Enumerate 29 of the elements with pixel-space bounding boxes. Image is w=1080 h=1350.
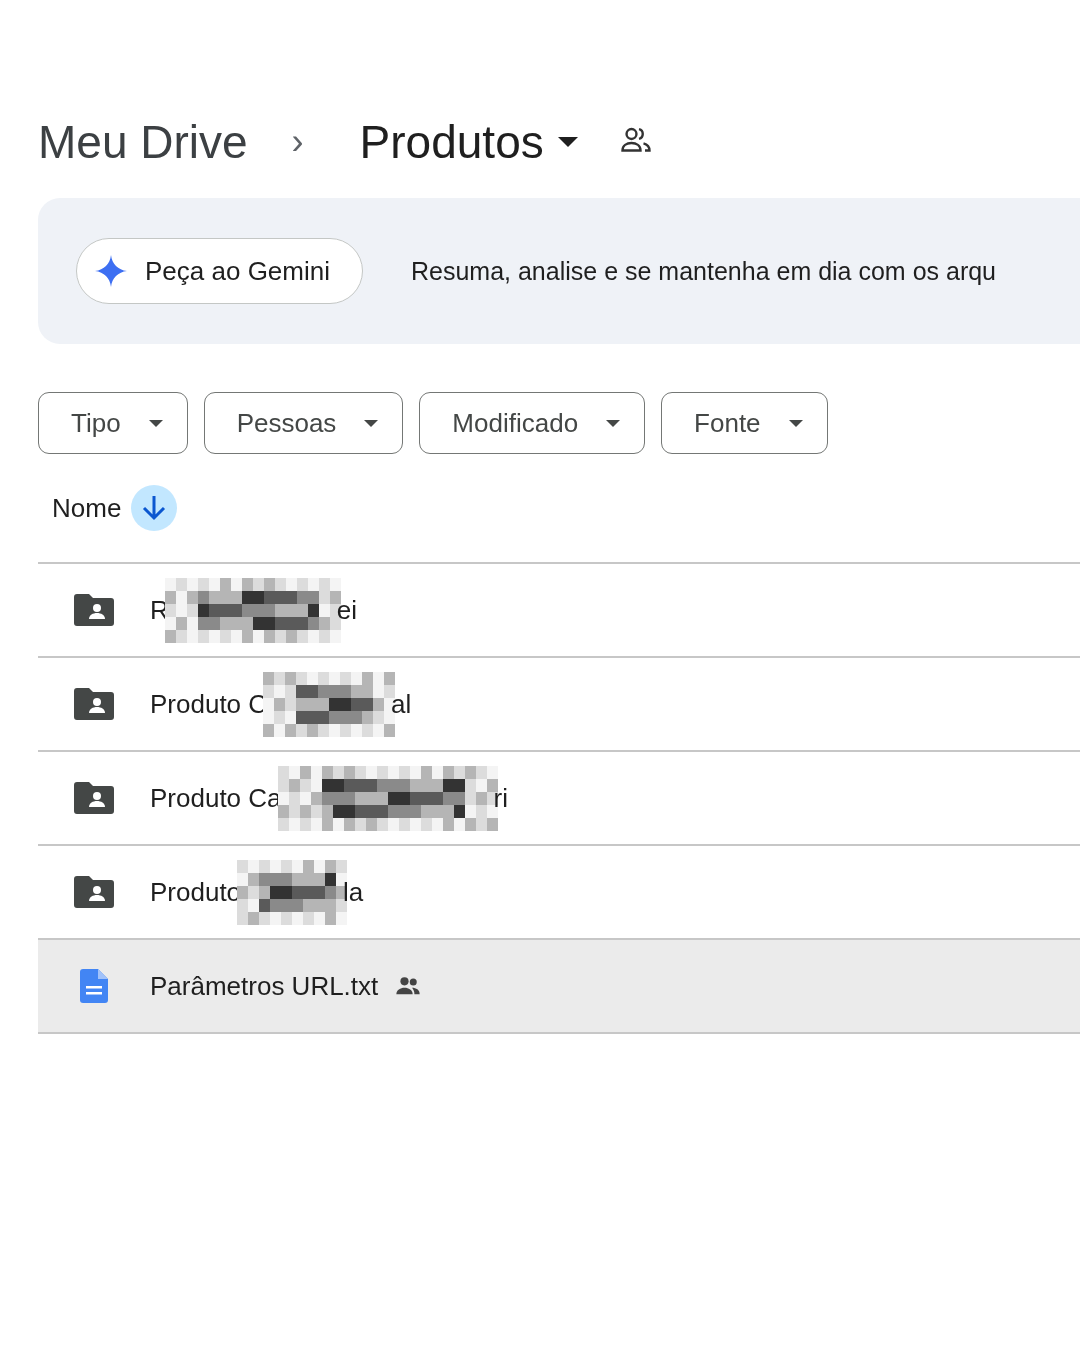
file-name: Parâmetros URL.txt (150, 970, 379, 1002)
file-row[interactable]: Parâmetros URL.txt (38, 940, 1080, 1034)
file-name: al (391, 688, 412, 720)
filter-chip[interactable]: Fonte (661, 392, 828, 454)
caret-icon (364, 419, 379, 427)
folder-title-dropdown[interactable]: Produtos (359, 115, 578, 169)
breadcrumb-link[interactable]: Meu Drive (38, 115, 248, 169)
sparkle-icon (95, 255, 127, 287)
caret-icon (606, 419, 621, 427)
caret-icon (557, 137, 578, 147)
shared-folder-icon (74, 688, 114, 720)
shared-folder-icon (74, 782, 114, 814)
file-name: la (343, 876, 364, 908)
filter-chip[interactable]: Tipo (38, 392, 188, 454)
file-name: ei (336, 594, 358, 626)
caret-icon (788, 419, 803, 427)
column-header[interactable]: Nome (52, 492, 122, 524)
sort-direction-button[interactable] (131, 485, 178, 531)
file-name: ri (493, 782, 508, 814)
ask-gemini-button[interactable]: Peça ao Gemini (76, 238, 363, 304)
shared-folder-icon (74, 876, 114, 908)
filter-chip[interactable]: Modificado (419, 392, 646, 454)
chevron-icon: › (291, 121, 304, 163)
shared-folder-icon (74, 594, 114, 626)
gemini-prompt-text: Resuma, analise e se mantenha em dia com os arqu (411, 256, 997, 286)
arrow-icon (141, 494, 168, 522)
filter-chip[interactable]: Pessoas (203, 392, 404, 454)
caret-icon (148, 419, 163, 427)
document-icon (80, 969, 108, 1003)
